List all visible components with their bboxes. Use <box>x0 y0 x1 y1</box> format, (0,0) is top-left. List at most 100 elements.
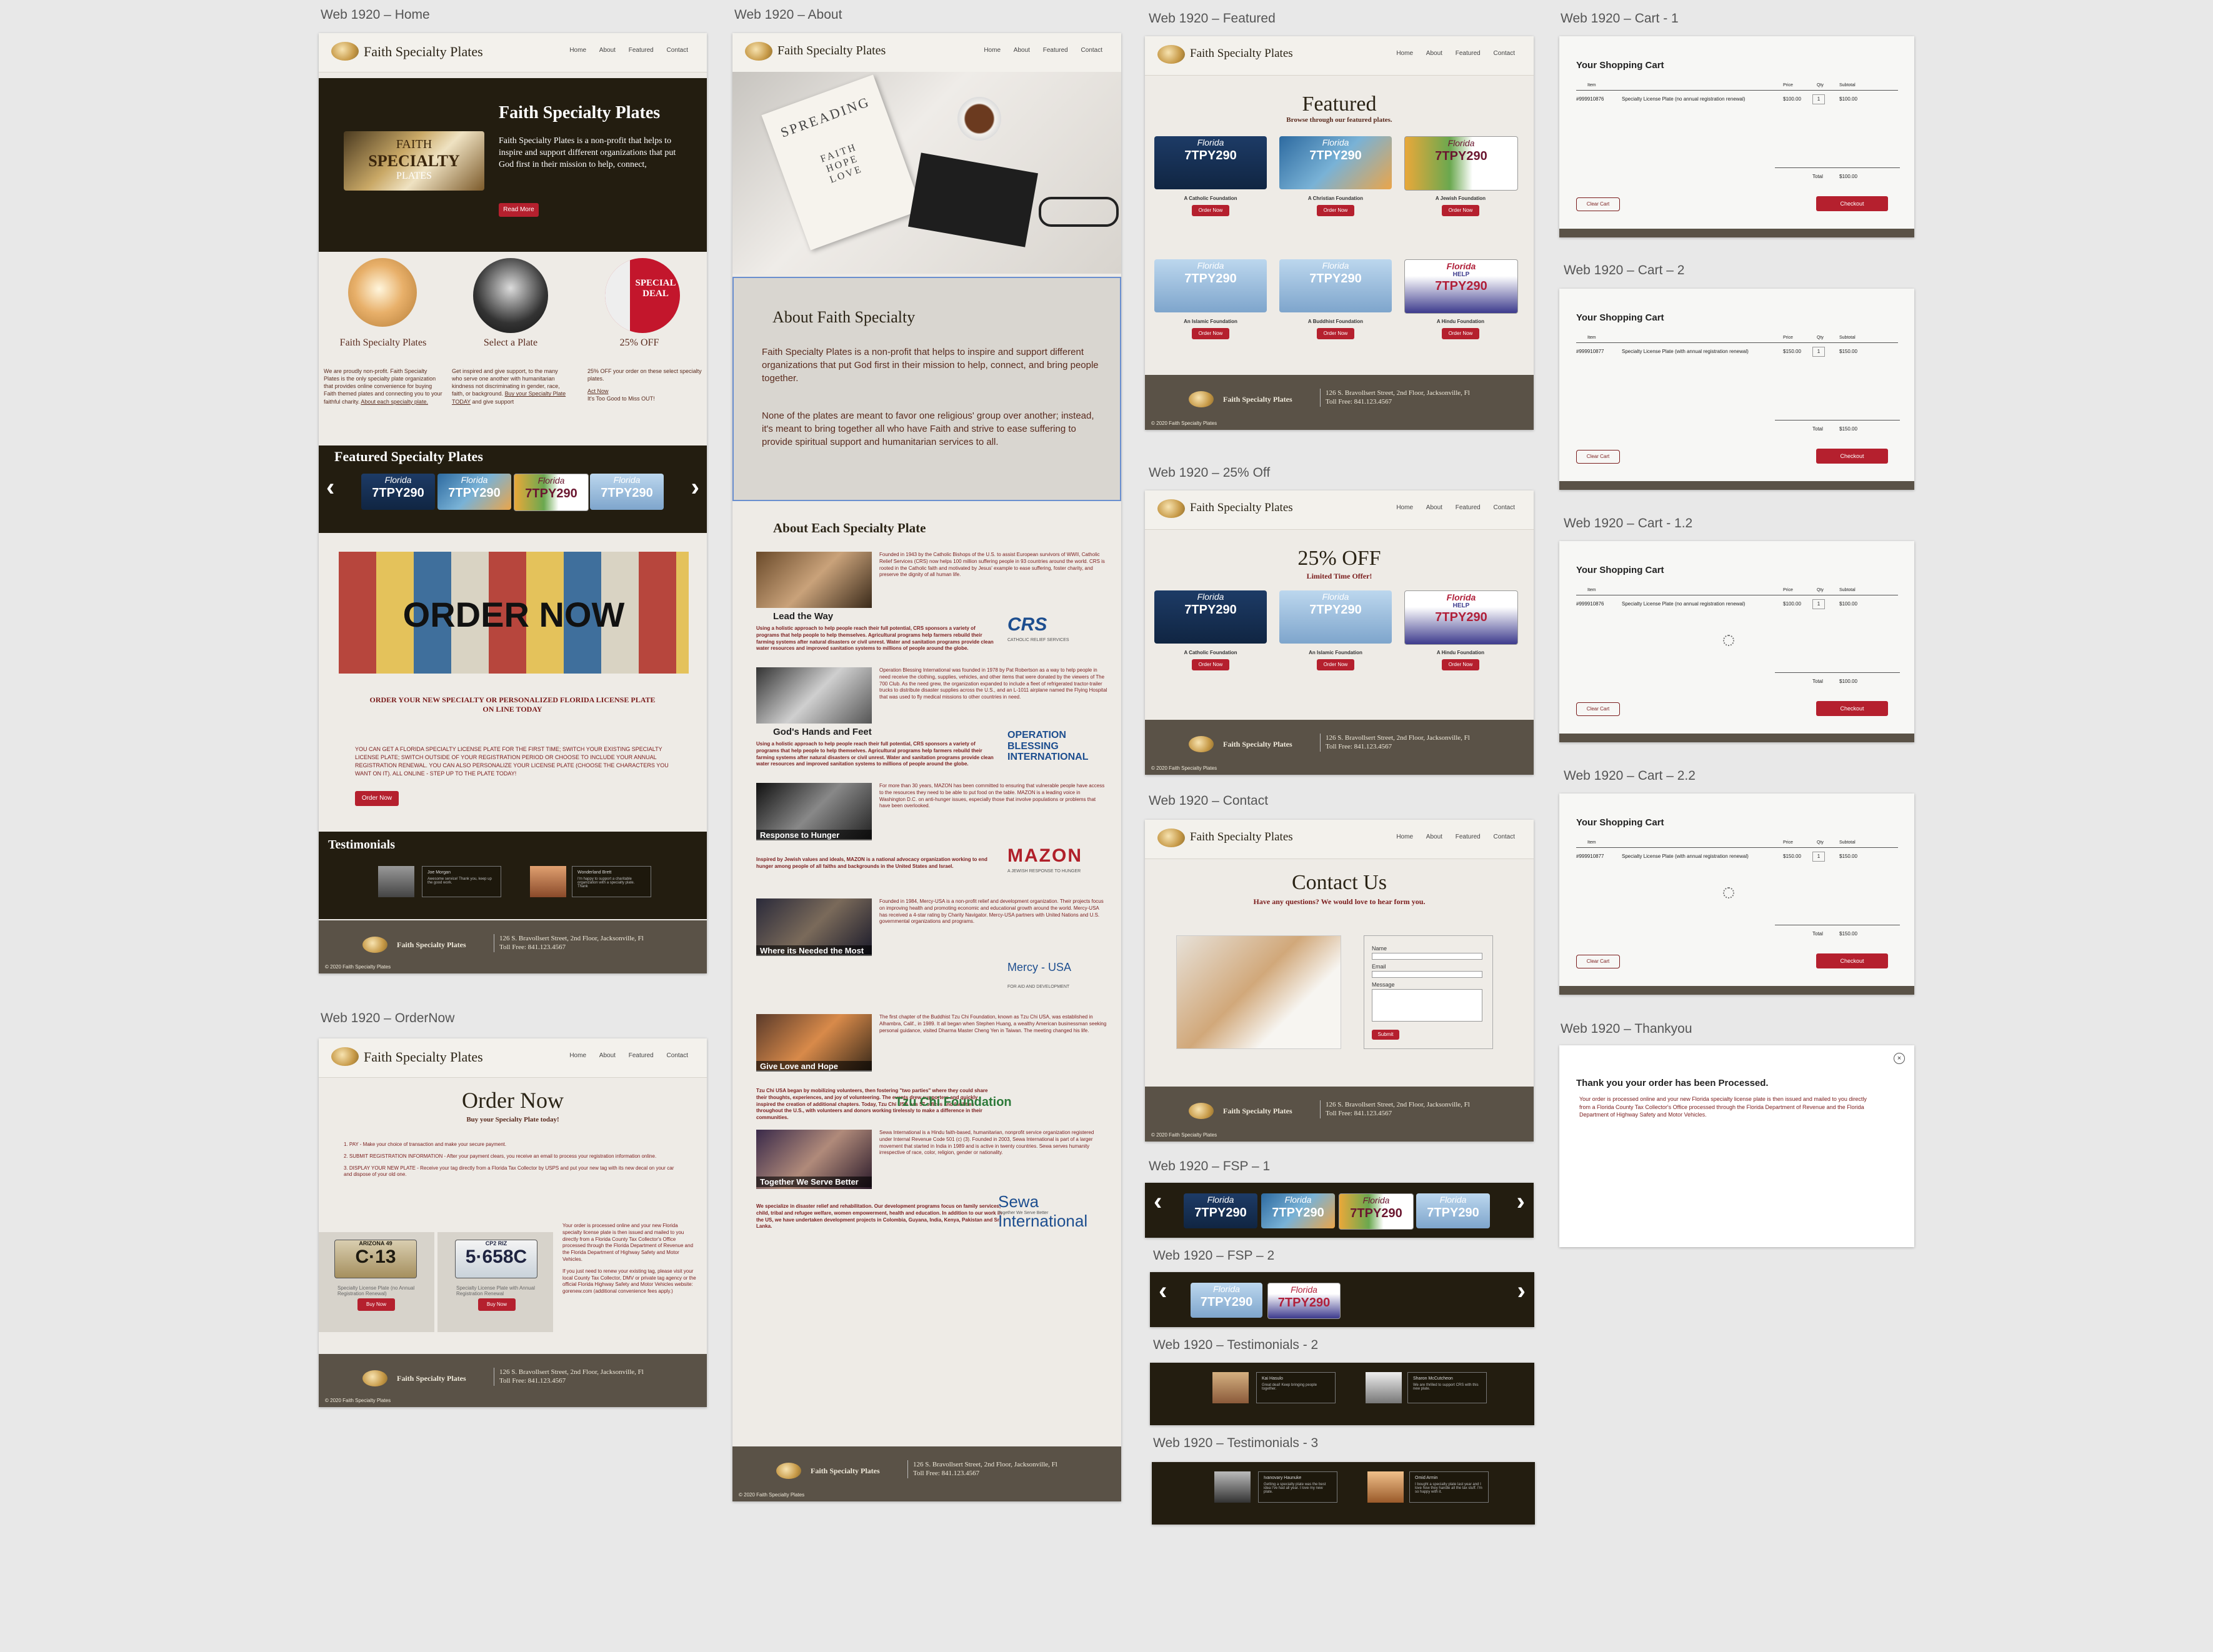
read-more-button[interactable]: Read More <box>499 203 539 217</box>
buy-now-button-1[interactable]: Buy Now <box>357 1298 395 1311</box>
order-now-button[interactable]: Order Now <box>1317 328 1354 339</box>
fsp2-plate-2[interactable]: Florida 7TPY290 <box>1267 1283 1341 1319</box>
fsp1-plate-3[interactable]: Florida 7TPY290 <box>1339 1193 1414 1230</box>
org-logo[interactable]: Mercy - USA <box>1007 961 1071 974</box>
nav-about[interactable]: About <box>599 47 616 54</box>
nav-home[interactable]: Home <box>984 47 1001 54</box>
org-logo[interactable]: Tzu Chi Foundation <box>895 1095 1012 1110</box>
nav-about[interactable]: About <box>1014 47 1030 54</box>
nav-featured[interactable]: Featured <box>1043 47 1068 54</box>
message-textarea[interactable] <box>1372 989 1482 1022</box>
checkout-button[interactable]: Checkout <box>1816 701 1888 716</box>
fsp2-plate-1[interactable]: Florida 7TPY290 <box>1191 1283 1262 1318</box>
plate-number: 7TPY290 <box>1309 149 1362 162</box>
order-now-button[interactable]: Order Now <box>1192 205 1229 216</box>
nav-contact[interactable]: Contact <box>1081 47 1102 54</box>
close-icon[interactable]: × <box>1894 1053 1905 1064</box>
featured-plate-3[interactable]: Florida 7TPY290 <box>514 474 589 511</box>
featured-strip: Featured Specialty Plates ‹ › Florida 7TP… <box>319 445 707 533</box>
nav-contact[interactable]: Contact <box>1494 833 1515 840</box>
chevron-left-icon[interactable]: ‹ <box>326 474 334 502</box>
plate-caption: A Buddhist Foundation <box>1307 319 1364 324</box>
featured-plate-4[interactable]: Florida 7TPY290 <box>590 474 664 510</box>
featured-plate-2[interactable]: Florida 7TPY290 <box>437 474 511 510</box>
qty-input[interactable]: 1 <box>1812 347 1825 357</box>
nav-featured[interactable]: Featured <box>1456 50 1481 57</box>
featured-plate[interactable]: Florida 7TPY290 <box>1154 259 1267 312</box>
chevron-left-icon[interactable]: ‹ <box>1159 1277 1167 1305</box>
brand-name[interactable]: Faith Specialty Plates <box>1190 47 1293 61</box>
act-now-link[interactable]: Act Now <box>587 388 609 394</box>
qty-input[interactable]: 1 <box>1812 94 1825 104</box>
brand-name[interactable]: Faith Specialty Plates <box>364 44 483 60</box>
qty-input[interactable]: 1 <box>1812 852 1825 862</box>
nav-about[interactable]: About <box>1426 504 1442 511</box>
fsp1-plate-1[interactable]: Florida 7TPY290 <box>1184 1193 1257 1228</box>
featured-plate[interactable]: Florida 7TPY290 <box>1279 136 1392 189</box>
nav-home[interactable]: Home <box>1396 50 1413 57</box>
nav-contact[interactable]: Contact <box>1494 50 1515 57</box>
featured-plate-1[interactable]: Florida 7TPY290 <box>361 474 435 510</box>
name-input[interactable] <box>1372 953 1482 960</box>
nav-featured[interactable]: Featured <box>1456 504 1481 511</box>
fsp1-plate-4[interactable]: Florida 7TPY290 <box>1416 1193 1490 1228</box>
nav-featured[interactable]: Featured <box>629 1052 654 1059</box>
nav-home[interactable]: Home <box>1396 504 1413 511</box>
buy-now-button-2[interactable]: Buy Now <box>478 1298 516 1311</box>
nav-home[interactable]: Home <box>1396 833 1413 840</box>
nav-home[interactable]: Home <box>569 1052 586 1059</box>
checkout-button[interactable]: Checkout <box>1816 449 1888 464</box>
order-now-button[interactable]: Order Now <box>1442 659 1479 670</box>
order-now-button[interactable]: Order Now <box>1442 328 1479 339</box>
org-logo[interactable]: CRS <box>1007 614 1047 635</box>
nav-home[interactable]: Home <box>569 47 586 54</box>
featured-header: Faith Specialty Plates Home About Featur… <box>1145 36 1534 76</box>
email-input[interactable] <box>1372 971 1482 978</box>
order-now-button[interactable]: Order Now <box>1192 328 1229 339</box>
qty-input[interactable]: 1 <box>1812 599 1825 609</box>
brand-name[interactable]: Faith Specialty Plates <box>777 44 886 58</box>
chevron-right-icon[interactable]: › <box>1517 1277 1526 1305</box>
nav-contact[interactable]: Contact <box>1494 504 1515 511</box>
nav-featured[interactable]: Featured <box>629 47 654 54</box>
nav-about[interactable]: About <box>599 1052 616 1059</box>
hero-book-word2: FAITH HOPE LOVE <box>819 141 864 186</box>
brand-name[interactable]: Faith Specialty Plates <box>1190 501 1293 515</box>
checkout-button[interactable]: Checkout <box>1816 196 1888 211</box>
order-now-button[interactable]: Order Now <box>1442 205 1479 216</box>
featured-plate[interactable]: Florida 7TPY290 <box>1404 136 1518 191</box>
off25-plate[interactable]: Florida 7TPY290 <box>1154 590 1267 644</box>
nav-contact[interactable]: Contact <box>667 47 688 54</box>
order-now-button[interactable]: Order Now <box>355 791 399 806</box>
brand-name[interactable]: Faith Specialty Plates <box>364 1049 483 1065</box>
featured-plate[interactable]: Florida HELP 7TPY290 <box>1404 259 1518 314</box>
chevron-right-icon[interactable]: › <box>691 474 699 502</box>
nav-featured[interactable]: Featured <box>1456 833 1481 840</box>
nav-about[interactable]: About <box>1426 50 1442 57</box>
checkout-button[interactable]: Checkout <box>1816 953 1888 968</box>
off25-plate[interactable]: Florida 7TPY290 <box>1279 590 1392 644</box>
brand-name[interactable]: Faith Specialty Plates <box>1190 830 1293 844</box>
clear-cart-button[interactable]: Clear Cart <box>1576 197 1620 211</box>
off25-plate[interactable]: Florida HELP 7TPY290 <box>1404 590 1518 645</box>
fsp1-plate-2[interactable]: Florida 7TPY290 <box>1261 1193 1335 1228</box>
order-now-button[interactable]: Order Now <box>1317 205 1354 216</box>
org-logo[interactable]: OPERATION BLESSING INTERNATIONAL <box>1007 730 1089 763</box>
chevron-left-icon[interactable]: ‹ <box>1154 1188 1162 1216</box>
clear-cart-button[interactable]: Clear Cart <box>1576 450 1620 464</box>
order-now-button[interactable]: Order Now <box>1317 659 1354 670</box>
nav-contact[interactable]: Contact <box>667 1052 688 1059</box>
submit-button[interactable]: Submit <box>1372 1030 1399 1040</box>
nav-about[interactable]: About <box>1426 833 1442 840</box>
org-tagline: God's Hands and Feet <box>773 727 872 737</box>
clear-cart-button[interactable]: Clear Cart <box>1576 955 1620 968</box>
featured-plate[interactable]: Florida 7TPY290 <box>1279 259 1392 312</box>
order-now-button[interactable]: Order Now <box>1192 659 1229 670</box>
clear-cart-button[interactable]: Clear Cart <box>1576 702 1620 716</box>
chevron-right-icon[interactable]: › <box>1517 1188 1525 1216</box>
about-each-link[interactable]: About each specialty plate. <box>361 399 428 405</box>
frame-label-fsp2: Web 1920 – FSP – 2 <box>1153 1248 1275 1263</box>
org-logo[interactable]: MAZON <box>1007 845 1082 867</box>
featured-plate[interactable]: Florida 7TPY290 <box>1154 136 1267 189</box>
cart-title: Your Shopping Cart <box>1576 60 1664 71</box>
